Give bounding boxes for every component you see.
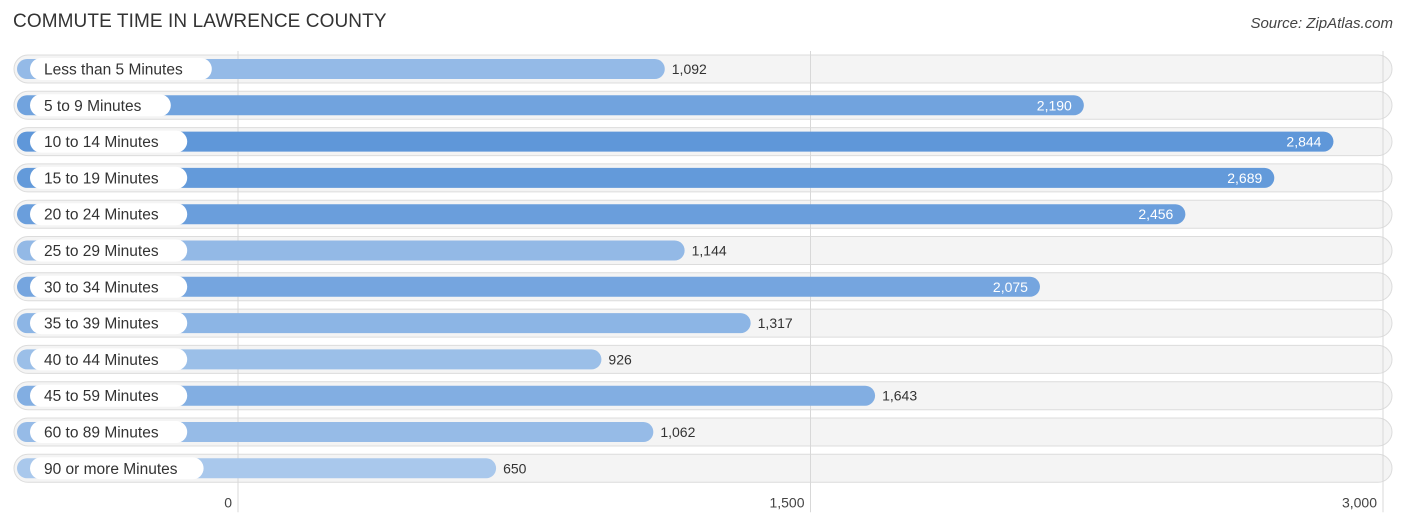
category-label: 90 or more Minutes <box>44 461 178 478</box>
category-label: 60 to 89 Minutes <box>44 425 159 442</box>
category-label: 15 to 19 Minutes <box>44 170 159 187</box>
category-label: 5 to 9 Minutes <box>44 98 142 115</box>
value-label: 2,689 <box>1227 170 1262 186</box>
value-label: 1,092 <box>672 61 707 77</box>
x-tick-label: 1,500 <box>769 494 804 510</box>
value-label: 1,144 <box>692 243 727 259</box>
bar-chart: Less than 5 Minutes 1,092 5 to 9 Minutes 2,… <box>13 51 1393 513</box>
x-tick-label: 3,000 <box>1342 494 1377 510</box>
bar <box>17 204 1186 225</box>
category-label: 30 to 34 Minutes <box>44 279 159 296</box>
category-label: 40 to 44 Minutes <box>44 352 159 369</box>
value-label: 2,075 <box>993 279 1028 295</box>
value-label: 2,844 <box>1286 134 1321 150</box>
x-tick-label: 0 <box>224 494 232 510</box>
value-label: 2,456 <box>1138 206 1173 222</box>
category-label: 35 to 39 Minutes <box>44 316 159 333</box>
value-label: 650 <box>503 460 527 476</box>
bar <box>17 167 1275 188</box>
value-label: 1,643 <box>882 388 917 404</box>
value-label: 2,190 <box>1037 97 1072 113</box>
category-label: 10 to 14 Minutes <box>44 134 159 151</box>
category-label: 25 to 29 Minutes <box>44 243 159 260</box>
category-label: Less than 5 Minutes <box>44 62 183 79</box>
bar <box>17 131 1334 152</box>
category-label: 20 to 24 Minutes <box>44 207 159 224</box>
category-label: 45 to 59 Minutes <box>44 388 159 405</box>
bar <box>17 95 1084 116</box>
value-label: 1,317 <box>758 315 793 331</box>
value-label: 1,062 <box>660 424 695 440</box>
value-label: 926 <box>608 351 632 367</box>
